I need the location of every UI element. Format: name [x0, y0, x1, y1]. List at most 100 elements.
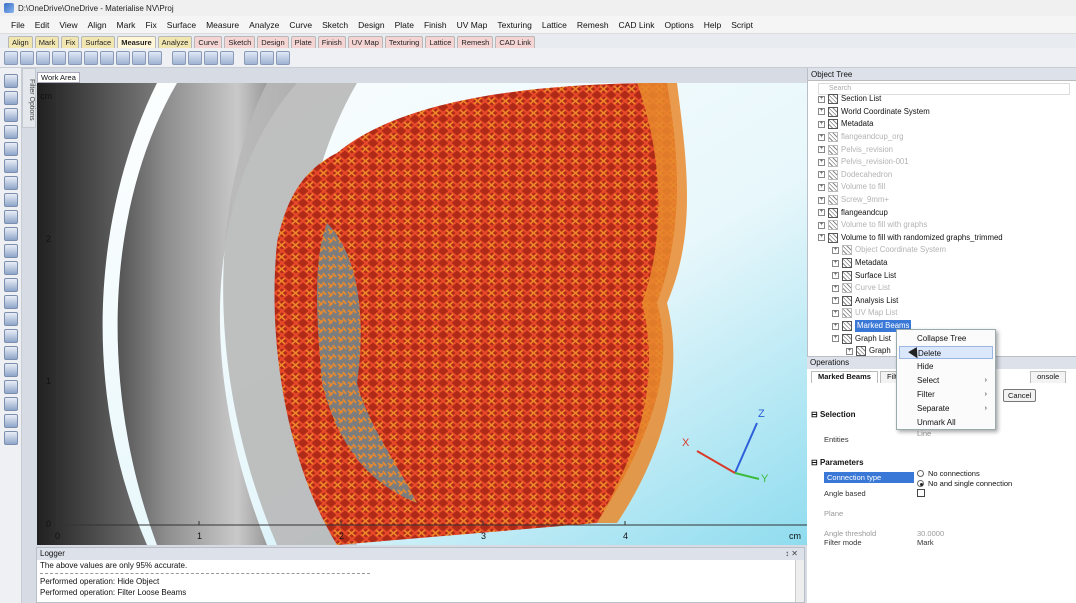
ctx-unmark-all[interactable]: Unmark All: [899, 416, 993, 429]
tab-analyze[interactable]: Analyze: [157, 36, 193, 48]
logger-controls[interactable]: ↕ ✕: [785, 548, 804, 560]
ctx-filter[interactable]: Filter ›: [899, 388, 993, 401]
tool-icon-5[interactable]: [68, 50, 82, 65]
expand-icon[interactable]: +: [846, 347, 853, 355]
tool-icon-9[interactable]: [132, 50, 146, 65]
menu-surface[interactable]: Surface: [162, 20, 201, 30]
menu-analyze[interactable]: Analyze: [244, 20, 284, 30]
view-top-icon[interactable]: [3, 295, 18, 309]
expand-icon[interactable]: +: [832, 309, 839, 317]
radio-no-and-single[interactable]: No and single connection: [917, 479, 1012, 488]
expand-icon[interactable]: +: [818, 209, 825, 217]
tab-texturing[interactable]: Texturing: [384, 36, 424, 48]
tool-icon-8[interactable]: [116, 50, 130, 65]
view-side-icon[interactable]: [3, 329, 18, 343]
expand-icon[interactable]: +: [832, 335, 839, 343]
box-icon[interactable]: [3, 380, 18, 394]
ctx-collapse-tree[interactable]: Collapse Tree: [899, 332, 993, 345]
tree-item[interactable]: + Volume to fill: [818, 181, 885, 194]
tab-console[interactable]: onsole: [1030, 371, 1067, 383]
tab-surface[interactable]: Surface: [81, 36, 116, 48]
tree-item[interactable]: + Volume to fill with graphs: [818, 219, 927, 232]
tool-icon-2[interactable]: [20, 50, 34, 65]
chart-icon[interactable]: [3, 397, 18, 411]
filter-options-tab[interactable]: Filter Options: [22, 68, 36, 128]
expand-icon[interactable]: +: [818, 120, 825, 128]
tree-item[interactable]: + Curve List: [832, 282, 890, 295]
cube-icon[interactable]: [3, 346, 18, 360]
angle-threshold-value[interactable]: 30.0000: [917, 529, 944, 538]
expand-icon[interactable]: +: [818, 108, 825, 116]
expand-icon[interactable]: +: [832, 272, 839, 280]
zoom-in-icon[interactable]: [3, 244, 18, 258]
tab-mark[interactable]: Mark: [34, 36, 60, 48]
expand-icon[interactable]: +: [818, 183, 825, 191]
expand-icon[interactable]: +: [832, 259, 839, 267]
menu-align[interactable]: Align: [83, 20, 112, 30]
expand-icon[interactable]: +: [818, 196, 825, 204]
menu-uv-map[interactable]: UV Map: [452, 20, 493, 30]
new-icon[interactable]: [3, 91, 18, 105]
expand-icon[interactable]: +: [832, 322, 839, 330]
tab-remesh[interactable]: Remesh: [457, 36, 494, 48]
expand-icon[interactable]: +: [832, 297, 839, 305]
tree-item[interactable]: + Dodecahedron: [818, 169, 892, 182]
menu-view[interactable]: View: [54, 20, 82, 30]
tree-item[interactable]: + Screw_9mm+: [818, 194, 889, 207]
tool-icon-3[interactable]: [36, 50, 50, 65]
menu-remesh[interactable]: Remesh: [572, 20, 614, 30]
tab-fix[interactable]: Fix: [61, 36, 80, 48]
tool-icon-10[interactable]: [148, 50, 162, 65]
expand-icon[interactable]: +: [818, 221, 825, 229]
tool-icon-7[interactable]: [100, 50, 114, 65]
menu-fix[interactable]: Fix: [140, 20, 161, 30]
expand-icon[interactable]: +: [818, 95, 825, 103]
tree-item[interactable]: + Metadata: [832, 257, 888, 270]
tree-item[interactable]: + flangeandcup: [818, 206, 888, 219]
redo-icon[interactable]: [3, 159, 18, 173]
menu-curve[interactable]: Curve: [284, 20, 317, 30]
menu-finish[interactable]: Finish: [419, 20, 452, 30]
expand-icon[interactable]: +: [818, 171, 825, 179]
menu-edit[interactable]: Edit: [30, 20, 55, 30]
tool-icon-12[interactable]: [188, 50, 202, 65]
measure-icon[interactable]: [3, 414, 18, 428]
menu-script[interactable]: Script: [726, 20, 758, 30]
menu-cad-link[interactable]: CAD Link: [614, 20, 660, 30]
zoom-out-icon[interactable]: [3, 261, 18, 275]
tab-lattice[interactable]: Lattice: [425, 36, 456, 48]
tab-curve[interactable]: Curve: [194, 36, 223, 48]
tool-icon-4[interactable]: [52, 50, 66, 65]
tree-item[interactable]: + Pelvis_revision-001: [818, 156, 909, 169]
tab-cad-link[interactable]: CAD Link: [495, 36, 536, 48]
menu-options[interactable]: Options: [659, 20, 698, 30]
tree-item[interactable]: + Section List: [818, 93, 881, 106]
entities-value[interactable]: Line: [917, 429, 931, 438]
tab-sketch[interactable]: Sketch: [224, 36, 256, 48]
menu-mark[interactable]: Mark: [112, 20, 141, 30]
menu-sketch[interactable]: Sketch: [317, 20, 353, 30]
tree-item[interactable]: + Metadata: [818, 118, 874, 131]
select-icon[interactable]: [3, 176, 18, 190]
tree-item[interactable]: + Volume to fill with randomized graphs_t…: [818, 232, 1003, 245]
menu-plate[interactable]: Plate: [390, 20, 419, 30]
undo-icon[interactable]: [3, 142, 18, 156]
tab-measure[interactable]: Measure: [117, 36, 156, 48]
menu-texturing[interactable]: Texturing: [492, 20, 537, 30]
tool-icon-14[interactable]: [220, 50, 234, 65]
view-icon[interactable]: [3, 278, 18, 292]
tool-icon-6[interactable]: [84, 50, 98, 65]
tool-icon-11[interactable]: [172, 50, 186, 65]
logger-scrollbar[interactable]: [795, 560, 804, 602]
tree-item[interactable]: + Surface List: [832, 269, 896, 282]
cancel-button[interactable]: Cancel: [1003, 389, 1037, 402]
work-area-tab[interactable]: Work Area: [37, 72, 80, 83]
zoom-icon[interactable]: [3, 227, 18, 241]
filter-mode-value[interactable]: Mark: [917, 538, 934, 547]
menu-design[interactable]: Design: [353, 20, 389, 30]
pan-icon[interactable]: [3, 193, 18, 207]
radio-no-connections[interactable]: No connections: [917, 469, 980, 478]
tool-icon-15[interactable]: [244, 50, 258, 65]
ctx-select[interactable]: Select ›: [899, 374, 993, 387]
save-icon[interactable]: [3, 125, 18, 139]
